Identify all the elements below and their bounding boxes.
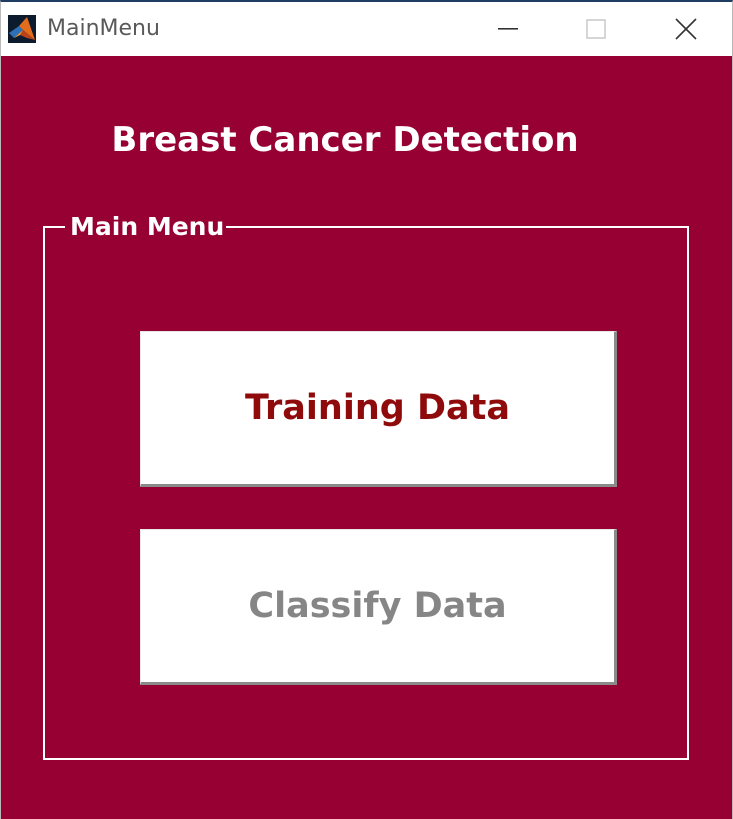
close-icon: [675, 18, 697, 40]
maximize-button: [552, 2, 640, 56]
panel-title: Main Menu: [65, 211, 227, 243]
title-bar[interactable]: MainMenu: [1, 2, 732, 56]
minimize-button[interactable]: [464, 2, 552, 56]
training-data-button[interactable]: Training Data: [140, 331, 617, 487]
window-title: MainMenu: [47, 16, 160, 41]
matlab-icon: [8, 15, 36, 43]
figure-canvas: Breast Cancer Detection Main Menu Traini…: [1, 56, 732, 819]
minimize-icon: [498, 27, 518, 31]
main-menu-panel: Main Menu Training Data Classify Data: [43, 211, 689, 760]
app-heading: Breast Cancer Detection: [111, 120, 579, 160]
main-menu-window: MainMenu Breast Cancer Detection Main Me…: [0, 0, 733, 819]
close-button[interactable]: [642, 2, 730, 56]
classify-data-button[interactable]: Classify Data: [140, 529, 617, 685]
maximize-icon: [586, 19, 606, 39]
